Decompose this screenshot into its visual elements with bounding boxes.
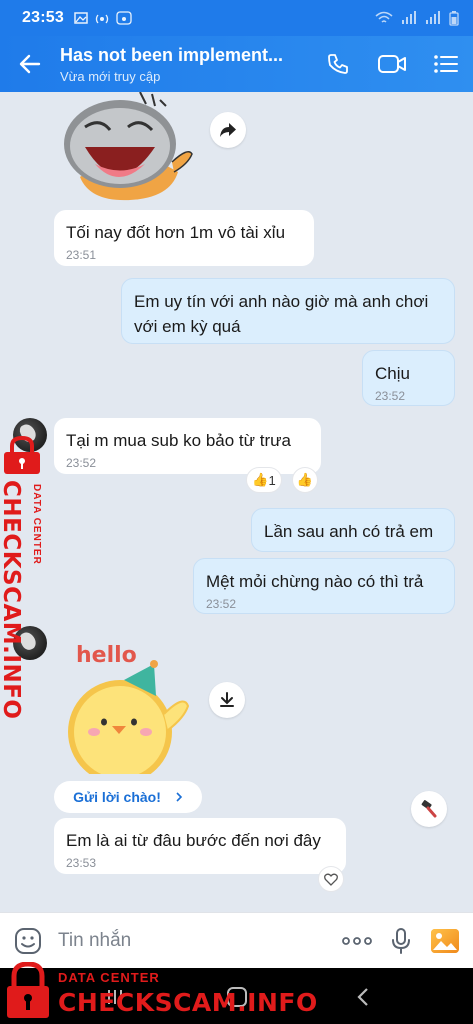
signal-2-icon bbox=[426, 11, 440, 24]
message-timestamp: 23:53 bbox=[66, 856, 97, 870]
thumbs-up-icon: 👍 bbox=[252, 472, 269, 487]
greeting-label: Gửi lời chào! bbox=[73, 789, 161, 805]
conversation-title: Has not been implement... bbox=[60, 44, 284, 65]
message-outgoing[interactable]: Mệt mỏi chừng nào có thì trả 23:52 bbox=[193, 558, 455, 614]
message-text: Tại m mua sub ko bảo từ trưa bbox=[66, 431, 291, 450]
thumbs-up-icon: 👍 bbox=[296, 472, 314, 487]
phone-icon bbox=[328, 54, 348, 74]
hotspot-icon bbox=[95, 14, 109, 24]
status-notification-icons bbox=[74, 11, 132, 25]
chevron-right-icon bbox=[176, 792, 183, 802]
hammer-icon bbox=[421, 800, 437, 818]
conversation-status: Vừa mới truy cập bbox=[60, 68, 161, 84]
quick-sticker-button[interactable] bbox=[411, 791, 447, 827]
message-input[interactable]: Tin nhắn bbox=[58, 930, 335, 952]
message-incoming[interactable]: Tại m mua sub ko bảo từ trưa 23:52 bbox=[54, 418, 321, 474]
message-timestamp: 23:52 bbox=[375, 389, 406, 403]
chevron-left-icon bbox=[357, 988, 368, 1006]
video-call-button[interactable] bbox=[365, 36, 419, 92]
wifi-icon bbox=[375, 11, 393, 23]
reaction-count: 1 bbox=[268, 472, 276, 488]
image-icon bbox=[431, 928, 459, 953]
battery-icon bbox=[449, 10, 459, 26]
list-menu-icon bbox=[434, 55, 458, 73]
wifi-call-icon bbox=[116, 11, 132, 25]
more-button[interactable] bbox=[335, 913, 379, 969]
download-icon bbox=[220, 692, 234, 707]
reaction-summary[interactable]: 👍 1 bbox=[246, 467, 282, 493]
message-text-line: với em kỳ quá bbox=[134, 317, 241, 336]
heart-icon bbox=[324, 873, 338, 886]
status-right-icons bbox=[375, 10, 459, 26]
sticker-hello[interactable]: hello bbox=[64, 634, 194, 784]
video-camera-icon bbox=[378, 55, 406, 73]
message-text: Mệt mỏi chừng nào có thì trả bbox=[206, 572, 424, 591]
menu-button[interactable] bbox=[419, 36, 473, 92]
nav-back-button[interactable] bbox=[348, 982, 378, 1012]
signal-icon bbox=[402, 11, 416, 24]
message-text-line: Em uy tín với anh nào giờ mà anh chơi bbox=[134, 292, 429, 311]
message-timestamp: 23:52 bbox=[206, 597, 237, 611]
microphone-icon bbox=[392, 927, 410, 954]
message-timestamp: 23:51 bbox=[66, 248, 97, 262]
message-text: Chịu bbox=[375, 364, 410, 383]
gallery-icon bbox=[74, 12, 88, 24]
sticker-hello-text: hello bbox=[76, 643, 137, 668]
watermark-text-small: DATA CENTER bbox=[31, 484, 42, 565]
react-button[interactable]: 👍 bbox=[292, 467, 318, 493]
react-button[interactable] bbox=[318, 866, 344, 892]
message-input-bar: Tin nhắn bbox=[0, 912, 473, 968]
emoji-button[interactable] bbox=[6, 913, 50, 969]
forward-arrow-icon bbox=[220, 123, 236, 137]
message-text: Lần sau anh có trả em bbox=[264, 522, 434, 541]
message-outgoing[interactable]: Chịu 23:52 bbox=[362, 350, 455, 406]
watermark-text-big: CHECKSCAM.INFO bbox=[58, 988, 318, 1017]
watermark-side: CHECKSCAM.INFO DATA CENTER bbox=[0, 436, 62, 719]
send-greeting-button[interactable]: Gửi lời chào! bbox=[54, 781, 202, 813]
more-dots-icon bbox=[342, 936, 372, 945]
message-text: Em là ai từ đâu bước đến nơi đây bbox=[66, 831, 321, 850]
sticker-laughing[interactable] bbox=[60, 92, 200, 204]
watermark-bottom: DATA CENTER CHECKSCAM.INFO bbox=[6, 962, 317, 1022]
watermark-text-small: DATA CENTER bbox=[58, 970, 160, 985]
message-outgoing[interactable]: Lần sau anh có trả em bbox=[251, 508, 455, 552]
download-button[interactable] bbox=[209, 682, 245, 718]
message-outgoing[interactable]: Em uy tín với anh nào giờ mà anh chơi vớ… bbox=[121, 278, 455, 344]
message-incoming[interactable]: Tối nay đốt hơn 1m vô tài xỉu 23:51 bbox=[54, 210, 314, 266]
padlock-icon bbox=[4, 436, 40, 474]
status-time: 23:53 bbox=[22, 9, 64, 26]
back-arrow-icon bbox=[19, 54, 41, 74]
watermark-text-big: CHECKSCAM.INFO bbox=[0, 480, 24, 720]
message-text: Tối nay đốt hơn 1m vô tài xỉu bbox=[66, 223, 286, 242]
chat-header: Has not been implement... Vừa mới truy c… bbox=[0, 36, 473, 92]
status-bar: 23:53 bbox=[0, 0, 473, 36]
chat-area[interactable]: Tối nay đốt hơn 1m vô tài xỉu 23:51 Em u… bbox=[0, 92, 473, 912]
call-button[interactable] bbox=[311, 36, 365, 92]
padlock-icon bbox=[7, 962, 49, 1018]
back-button[interactable] bbox=[0, 36, 60, 92]
conversation-info[interactable]: Has not been implement... Vừa mới truy c… bbox=[60, 45, 311, 84]
smiley-icon bbox=[15, 927, 41, 954]
gallery-button[interactable] bbox=[423, 913, 467, 969]
message-incoming[interactable]: Em là ai từ đâu bước đến nơi đây 23:53 bbox=[54, 818, 346, 874]
voice-button[interactable] bbox=[379, 913, 423, 969]
forward-button[interactable] bbox=[210, 112, 246, 148]
